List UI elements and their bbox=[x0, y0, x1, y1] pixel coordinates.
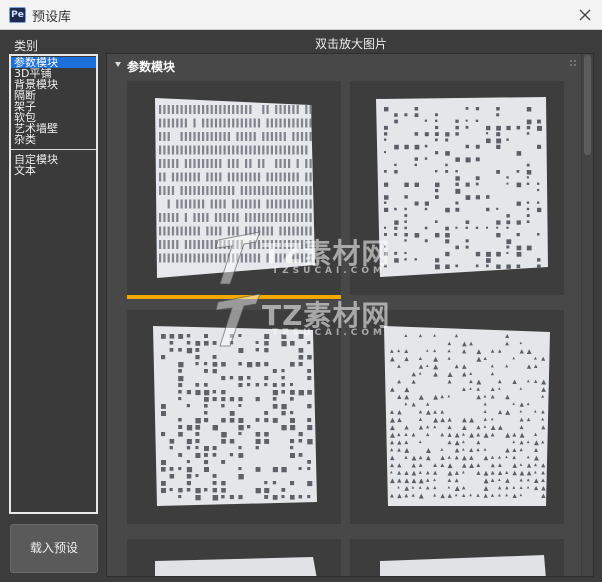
title-bar: Pe 预设库 bbox=[0, 0, 602, 30]
preset-library-window: Pe 预设库 类别 参数模块 3D平铺 背景模块 隔断 架子 软包 艺术墙壁 杂… bbox=[0, 0, 602, 582]
preset-thumbnail[interactable] bbox=[350, 310, 564, 524]
category-item-art-wall[interactable]: 艺术墙壁 bbox=[11, 123, 96, 134]
scrollbar-thumb[interactable] bbox=[584, 55, 591, 155]
preset-thumbnail[interactable] bbox=[127, 539, 341, 576]
watermark-domain: TZSUCAI.COM bbox=[272, 266, 387, 276]
category-item-params[interactable]: 参数模块 bbox=[11, 57, 96, 68]
category-item-custom[interactable]: 自定模块 bbox=[11, 154, 96, 165]
preset-preview-image bbox=[155, 557, 317, 576]
category-item-3d-tile[interactable]: 3D平铺 bbox=[11, 68, 96, 79]
close-button[interactable] bbox=[574, 4, 596, 26]
group-header[interactable]: 参数模块 bbox=[107, 54, 577, 76]
window-title: 预设库 bbox=[32, 10, 72, 25]
category-item-background[interactable]: 背景模块 bbox=[11, 79, 96, 90]
preset-preview-image bbox=[380, 555, 546, 576]
category-item-shelf[interactable]: 架子 bbox=[11, 101, 96, 112]
category-item-soft-pack[interactable]: 软包 bbox=[11, 112, 96, 123]
preset-thumbnail[interactable] bbox=[350, 539, 564, 576]
group-title: 参数模块 bbox=[127, 60, 176, 74]
category-item-misc[interactable]: 杂类 bbox=[11, 134, 96, 145]
collapse-arrow-icon[interactable] bbox=[115, 62, 121, 67]
close-icon bbox=[579, 9, 591, 21]
watermark-logo-icon bbox=[215, 293, 261, 347]
watermark-logo-icon bbox=[215, 231, 261, 285]
app-logo-icon: Pe bbox=[9, 7, 26, 23]
double-click-hint: 双击放大图片 bbox=[314, 37, 387, 51]
category-divider bbox=[11, 149, 96, 150]
category-item-partition[interactable]: 隔断 bbox=[11, 90, 96, 101]
category-list[interactable]: 参数模块 3D平铺 背景模块 隔断 架子 软包 艺术墙壁 杂类 自定模块 文本 bbox=[9, 54, 98, 514]
scrollbar[interactable] bbox=[581, 54, 593, 576]
preset-preview-image bbox=[384, 326, 550, 506]
category-item-text[interactable]: 文本 bbox=[11, 165, 96, 176]
category-label: 类别 bbox=[14, 39, 39, 53]
load-preset-button[interactable]: 载入预设 bbox=[10, 524, 98, 573]
grip-icon[interactable] bbox=[570, 60, 577, 67]
watermark-domain: TZSUCAI.COM bbox=[272, 328, 387, 338]
